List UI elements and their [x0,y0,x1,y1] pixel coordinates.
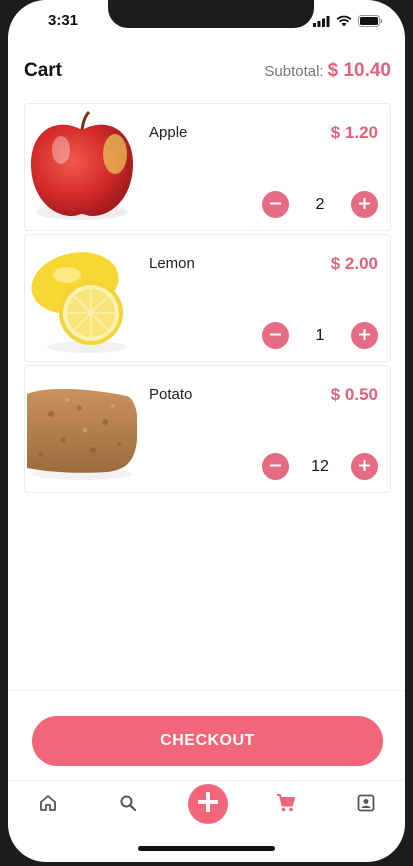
tab-home[interactable] [28,782,68,828]
home-indicator [138,846,275,851]
apple-image [27,108,137,226]
decrease-quantity-button[interactable] [262,453,289,480]
cart-header: Cart Subtotal: $ 10.40 [24,58,391,84]
notch [108,0,314,28]
decrease-quantity-button[interactable] [262,191,289,218]
quantity-stepper: 12 [262,453,378,480]
quantity-stepper: 1 [262,322,378,349]
increase-quantity-button[interactable] [351,322,378,349]
quantity-stepper: 2 [262,191,378,218]
wifi-icon [336,14,352,32]
plus-icon [359,458,370,476]
status-time: 3:31 [48,12,79,29]
add-icon [198,791,218,817]
profile-icon [357,794,375,817]
tab-add[interactable] [188,784,228,824]
tab-search[interactable] [108,782,148,828]
quantity-value: 2 [315,195,325,213]
cart-item-apple[interactable]: Apple $ 1.20 2 [24,103,391,231]
quantity-value: 12 [311,457,329,475]
subtotal: Subtotal: $ 10.40 [264,60,391,82]
divider [8,780,405,781]
increase-quantity-button[interactable] [351,453,378,480]
minus-icon [270,327,281,345]
increase-quantity-button[interactable] [351,191,378,218]
subtotal-label: Subtotal: [264,63,324,80]
tab-profile[interactable] [346,782,386,828]
page-title: Cart [24,60,63,81]
decrease-quantity-button[interactable] [262,322,289,349]
cart-item-potato[interactable]: Potato $ 0.50 12 [24,365,391,493]
item-name: Apple [149,124,188,141]
home-icon [39,794,57,817]
cart-icon [276,793,296,818]
battery-icon [358,14,383,32]
item-price: $ 1.20 [330,123,378,142]
item-price: $ 2.00 [330,254,378,273]
minus-icon [270,196,281,214]
divider [8,690,405,691]
plus-icon [359,196,370,214]
potato-image [27,370,138,488]
checkout-button[interactable]: CHECKOUT [32,716,383,766]
phone-screen: 3:31 Cart Subtotal: $ 10.40 Apple $ 1.20… [8,0,405,862]
tab-cart[interactable] [266,782,306,828]
plus-icon [359,327,370,345]
item-price: $ 0.50 [330,385,378,404]
quantity-value: 1 [315,326,325,344]
lemon-image [27,239,137,357]
status-icons [313,14,383,32]
cart-item-lemon[interactable]: Lemon $ 2.00 1 [24,234,391,362]
cart-list: Apple $ 1.20 2 Lemon $ 2.00 1 Potato $ 0… [24,103,391,496]
item-name: Potato [149,386,193,403]
tab-bar [8,782,405,828]
item-name: Lemon [149,255,195,272]
signal-icon [313,14,330,32]
minus-icon [270,458,281,476]
search-icon [119,794,137,817]
subtotal-value: $ 10.40 [327,60,391,81]
